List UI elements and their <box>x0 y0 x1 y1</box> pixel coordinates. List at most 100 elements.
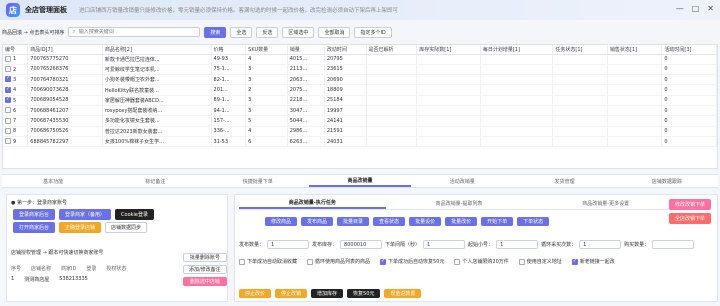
tab-item[interactable]: 基本功能 <box>2 175 104 187</box>
col-header[interactable]: 商品名称[2] <box>102 45 212 55</box>
tab-item[interactable]: 快捷批量下单 <box>207 175 309 187</box>
row-checkbox[interactable] <box>5 107 11 114</box>
login-backend-button[interactable]: 登录商家后台 <box>13 209 56 220</box>
action-button[interactable]: 开始下单 <box>481 217 514 226</box>
sub-tab[interactable]: 商品改销量-提取列表 <box>386 198 533 209</box>
sync-shop-button[interactable]: 店铺数据同步 <box>105 222 148 233</box>
publish-count-input[interactable]: 1 <box>267 240 310 249</box>
col-header[interactable]: 改动时间 <box>324 45 367 55</box>
tab-item[interactable]: 店铺数据跟踪 <box>616 175 718 187</box>
checkbox-icon[interactable] <box>571 258 578 265</box>
action-button[interactable]: 修改商品 <box>265 217 298 226</box>
option-checkbox[interactable]: 使用自定义地址 <box>518 258 562 265</box>
action-button[interactable]: 下单状态 <box>517 217 550 226</box>
action-button[interactable]: 发布商品 <box>301 217 334 226</box>
option-checkbox[interactable]: 新老链接一起改 <box>571 258 615 265</box>
cookie-login-button[interactable]: Cookie登录 <box>115 209 155 220</box>
col-header[interactable]: 任务状态[1] <box>552 45 608 55</box>
col-header[interactable]: 销量 <box>287 45 325 55</box>
sub-tab[interactable]: 商品改销量-执行任务 <box>239 198 386 209</box>
col-header[interactable]: 价格 <box>211 45 247 55</box>
table-row[interactable]: 3700764780321小狗冬装带帽卫衣外套...82-1...32063..… <box>3 74 717 86</box>
table-row[interactable]: 8 700686750526 普拉达2023新款女装套... 336-... 4 2986… <box>3 126 717 137</box>
option-checkbox[interactable]: 个人店铺限购20万件 <box>454 258 509 265</box>
cancel-all-button[interactable]: 全部取消 <box>318 26 351 38</box>
col-header[interactable]: 编号 <box>3 45 29 55</box>
bulk-delete-account-button[interactable]: 批量删除账号 <box>183 253 227 262</box>
row-checkbox[interactable] <box>5 138 11 145</box>
row-checkbox[interactable] <box>5 117 11 124</box>
bottom-button[interactable]: 停止改销 <box>275 289 308 298</box>
row-checkbox[interactable] <box>5 55 11 62</box>
col-header[interactable]: 是否已解析 <box>366 45 418 55</box>
loop-count-input[interactable]: 1 <box>579 240 622 249</box>
row-checkbox[interactable] <box>5 66 11 73</box>
sub-tab[interactable]: 商品改销量-更多设置 <box>532 198 679 209</box>
buy-quantity-select[interactable] <box>652 240 695 249</box>
bottom-button[interactable]: 现金返款置 <box>384 289 422 298</box>
open-backend-button[interactable]: 打开商家后台 <box>13 222 56 233</box>
row-checkbox[interactable] <box>5 86 11 93</box>
col-header[interactable]: 销售状态[1] <box>607 45 663 55</box>
row-checkbox[interactable] <box>5 75 11 83</box>
select-all-button[interactable]: 全选 <box>230 26 253 38</box>
range-select-button[interactable]: 区域选中 <box>282 26 315 38</box>
table-row[interactable]: 7 700687435530 多功能化妆镜女生套装... 157-... 5 5044..… <box>3 115 717 127</box>
table-row[interactable]: 6 700688461207 rosypoxy搭配套装收纳... 94-1... 3 30… <box>3 105 717 117</box>
shop-row[interactable]: 1 测测商店屋 538213335 <box>11 276 161 283</box>
option-checkbox[interactable]: 下单成功后自动恢复50元 <box>380 258 444 265</box>
invert-select-button[interactable]: 反选 <box>256 26 279 38</box>
col-header[interactable]: 活动时间[3] <box>661 45 717 55</box>
table-row[interactable]: 2 700765268376 可爱鲸纹学生笔记本机... 75-1... 3 2113..… <box>3 64 717 76</box>
row-index: 2 <box>3 64 29 76</box>
checkbox-icon[interactable] <box>239 258 245 265</box>
search-input[interactable] <box>78 29 197 35</box>
checkbox-icon[interactable] <box>307 258 314 265</box>
tab-item[interactable]: 活动改销量 <box>411 175 513 187</box>
checkbox-icon[interactable] <box>454 258 461 265</box>
bottom-button[interactable]: 恢复50元 <box>347 289 381 298</box>
checkbox-icon[interactable] <box>518 258 525 265</box>
stock-actual <box>416 64 481 76</box>
action-button[interactable]: 批量改价 <box>445 217 478 226</box>
tab-item[interactable]: 商品改销量 <box>308 175 412 187</box>
option-checkbox[interactable]: 下单成功自动取消收藏 <box>239 258 297 265</box>
search-button[interactable]: 搜索 <box>204 26 227 38</box>
col-header[interactable]: SKU数量 <box>245 45 288 55</box>
multi-id-button[interactable]: 指定多个ID <box>354 26 392 38</box>
minimize-icon[interactable]: — <box>676 4 684 13</box>
row-checkbox[interactable] <box>5 127 11 134</box>
table-row[interactable]: 1 700765775270 新款卡通巴拉巴拉连体... 49-93 4 4015... 2… <box>3 54 717 65</box>
col-header[interactable]: 每日计划增量[1] <box>480 45 554 55</box>
publish-stock-input[interactable]: 8000010 <box>340 240 383 249</box>
interval-input[interactable]: 1 <box>423 240 466 249</box>
login-backup-button[interactable]: 登录商家（备用） <box>59 209 112 220</box>
option-checkbox[interactable]: 循环使用商品列表的商品 <box>307 258 370 265</box>
col-header[interactable]: 商品ID[7] <box>27 45 103 55</box>
maximize-icon[interactable]: □ <box>692 4 700 13</box>
action-button[interactable]: 批量目录 <box>337 217 370 226</box>
delete-shop-button[interactable]: 删除选中店铺 <box>183 277 227 286</box>
product-id: 700765775270 <box>27 54 103 65</box>
table-row[interactable]: 9 688845782297 女孩100%棉袜子女生学... 31-53 6 6263..… <box>3 136 717 148</box>
edit-sales-order-button[interactable]: 修改改销下单 <box>668 199 711 210</box>
sku-count: 3 <box>245 95 288 106</box>
tab-item[interactable]: 发货管理 <box>513 175 615 187</box>
start-account-input[interactable]: 1 <box>496 240 539 249</box>
sku-count: 2 <box>245 84 288 96</box>
row-checkbox[interactable] <box>5 96 11 104</box>
bottom-button[interactable]: 停止改价 <box>239 289 272 298</box>
action-button[interactable]: 查看状态 <box>373 217 406 226</box>
edit-note-button[interactable]: 添加/修改备注 <box>183 265 227 274</box>
stock-actual <box>416 136 481 148</box>
close-icon[interactable]: ✕ <box>707 4 714 13</box>
tab-item[interactable]: 标记备注 <box>104 175 206 187</box>
confirm-login-button[interactable]: 正确登录店铺 <box>59 222 102 233</box>
table-row[interactable]: 5 700689054528家居解压神器套装ABCD...89-1...32218… <box>3 95 717 106</box>
col-header[interactable]: 库存实际数[1] <box>416 45 481 55</box>
action-button[interactable]: 批量设价 <box>409 217 442 226</box>
bottom-button[interactable]: 增加库存 <box>311 289 344 298</box>
shop-sales-order-button[interactable]: 全店改销下单 <box>668 213 711 224</box>
table-row[interactable]: 4 700690073628HelloKitty联名款童装...201...220… <box>3 84 717 96</box>
checkbox-icon[interactable] <box>380 258 387 265</box>
